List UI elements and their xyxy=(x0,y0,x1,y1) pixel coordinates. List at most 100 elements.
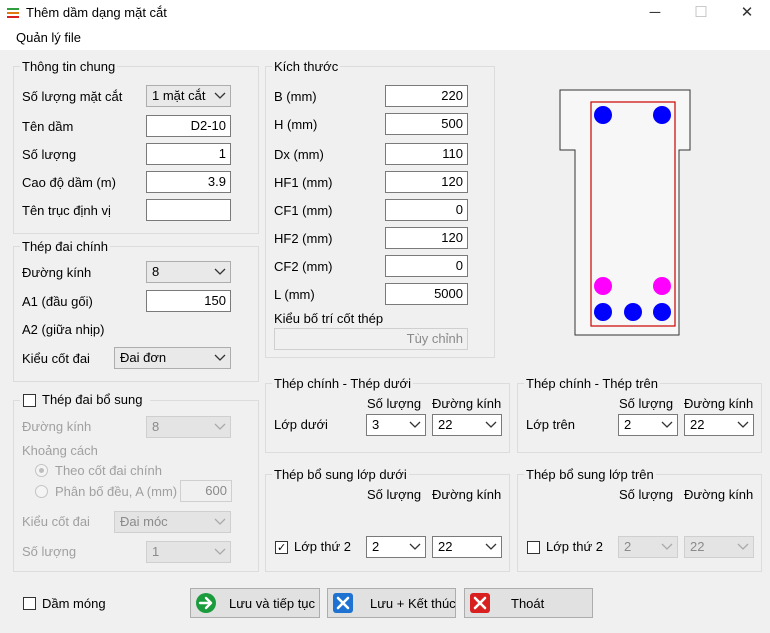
extra-bottom-count-value: 2 xyxy=(372,539,380,554)
extra-bottom-diameter-value: 22 xyxy=(438,539,453,554)
general-group-title: Thông tin chung xyxy=(20,59,118,74)
elevation-input[interactable]: 3.9 xyxy=(146,171,231,193)
main-bottom-title: Thép chính - Thép dưới xyxy=(272,376,413,391)
extra-top-count-value: 2 xyxy=(624,539,632,554)
extra-type-label: Kiểu cốt đai xyxy=(22,514,90,529)
main-top-count-select[interactable]: 2 xyxy=(618,414,678,436)
spacing-option-uniform-label: Phân bố đều, A (mm) xyxy=(55,484,178,499)
axis-input[interactable] xyxy=(146,199,231,221)
stirrup-diameter-select[interactable]: 8 xyxy=(146,261,231,283)
stirrup-type-label: Kiểu cốt đai xyxy=(22,351,90,366)
close-button[interactable]: ✕ xyxy=(724,0,770,26)
main-bottom-count-header: Số lượng xyxy=(367,396,422,411)
extra-top-diameter-select[interactable]: 22 xyxy=(684,536,754,558)
dim-hf1-label: HF1 (mm) xyxy=(274,175,333,190)
uniform-spacing-input[interactable]: 600 xyxy=(180,480,232,502)
save-finish-button[interactable]: Lưu + Kết thúc xyxy=(327,588,456,618)
window-title: Thêm dầm dạng mặt cắt xyxy=(26,5,167,20)
extra-top-count-header: Số lượng xyxy=(619,487,674,502)
main-top-count-header: Số lượng xyxy=(619,396,674,411)
bottom-rebar xyxy=(594,303,612,321)
save-continue-button[interactable]: Lưu và tiếp tục xyxy=(190,588,320,618)
dim-l-input[interactable]: 5000 xyxy=(385,283,468,305)
dim-b-input[interactable]: 220 xyxy=(385,85,468,107)
spacing-option-uniform[interactable] xyxy=(35,485,48,498)
extra-diameter-label: Đường kính xyxy=(22,419,92,434)
chevron-down-icon xyxy=(214,354,226,361)
beam-name-label: Tên dầm xyxy=(22,119,74,134)
close-x-icon xyxy=(470,593,490,613)
maximize-button[interactable]: ☐ xyxy=(678,0,724,26)
extra-bottom-count-select[interactable]: 2 xyxy=(366,536,426,558)
extra-bottom-diameter-header: Đường kính xyxy=(432,487,502,502)
chevron-down-icon xyxy=(409,543,421,550)
chevron-down-icon xyxy=(409,421,421,428)
main-bottom-row-label: Lớp dưới xyxy=(274,417,328,432)
foundation-beam-label: Dầm móng xyxy=(42,596,106,611)
main-top-row-label: Lớp trên xyxy=(526,417,575,432)
extra-top-checkbox[interactable] xyxy=(527,541,540,554)
main-bottom-count-value: 3 xyxy=(372,417,380,432)
main-top-diameter-select[interactable]: 22 xyxy=(684,414,754,436)
main-bottom-count-select[interactable]: 3 xyxy=(366,414,426,436)
extra-bottom-row-label: Lớp thứ 2 xyxy=(294,539,351,554)
extra-diameter-select[interactable]: 8 xyxy=(146,416,231,438)
quantity-input[interactable]: 1 xyxy=(146,143,231,165)
main-top-count-value: 2 xyxy=(624,417,632,432)
dim-b-label: B (mm) xyxy=(274,89,317,104)
extra-bottom-rebar xyxy=(653,277,671,295)
chevron-down-icon xyxy=(214,518,226,525)
dim-cf1-label: CF1 (mm) xyxy=(274,203,333,218)
dim-cf1-input[interactable]: 0 xyxy=(385,199,468,221)
dim-hf2-input[interactable]: 120 xyxy=(385,227,468,249)
dimensions-title: Kích thước xyxy=(272,59,341,74)
dim-hf1-input[interactable]: 120 xyxy=(385,171,468,193)
chevron-down-icon xyxy=(737,421,749,428)
stirrup-type-value: Đai đơn xyxy=(120,350,167,365)
dim-h-label: H (mm) xyxy=(274,117,318,132)
cross-section-preview xyxy=(559,89,691,336)
extra-bottom-diameter-select[interactable]: 22 xyxy=(432,536,502,558)
extra-bottom-count-header: Số lượng xyxy=(367,487,422,502)
extra-top-diameter-header: Đường kính xyxy=(684,487,754,502)
stirrup-type-select[interactable]: Đai đơn xyxy=(114,347,231,369)
menu-file[interactable]: Quản lý file xyxy=(16,30,81,45)
chevron-down-icon xyxy=(214,92,226,99)
dim-dx-label: Dx (mm) xyxy=(274,147,324,162)
main-bottom-diameter-select[interactable]: 22 xyxy=(432,414,502,436)
extra-top-count-select[interactable]: 2 xyxy=(618,536,678,558)
extra-count-select[interactable]: 1 xyxy=(146,541,231,563)
extra-top-diameter-value: 22 xyxy=(690,539,705,554)
a1-input[interactable]: 150 xyxy=(146,290,231,312)
main-top-diameter-header: Đường kính xyxy=(684,396,754,411)
chevron-down-icon xyxy=(485,421,497,428)
extra-bottom-checkbox[interactable]: ✓ xyxy=(275,541,288,554)
minimize-button[interactable]: ─ xyxy=(632,0,678,26)
bottom-rebar xyxy=(624,303,642,321)
extra-type-select[interactable]: Đai móc xyxy=(114,511,231,533)
title-bar: Thêm dầm dạng mặt cắt ─ ☐ ✕ xyxy=(0,0,770,26)
extra-bottom-title: Thép bổ sung lớp dưới xyxy=(272,467,409,482)
extra-stirrup-title: Thép đai bổ sung xyxy=(42,392,143,407)
extra-stirrup-checkbox[interactable] xyxy=(23,394,36,407)
foundation-beam-checkbox[interactable] xyxy=(23,597,36,610)
section-count-select[interactable]: 1 mặt cắt xyxy=(146,85,231,107)
rebar-layout-field[interactable]: Tùy chỉnh xyxy=(274,328,468,350)
dim-cf2-label: CF2 (mm) xyxy=(274,259,333,274)
stirrup-diameter-label: Đường kính xyxy=(22,265,92,280)
spacing-option-main[interactable] xyxy=(35,464,48,477)
exit-label: Thoát xyxy=(511,596,545,611)
exit-button[interactable]: Thoát xyxy=(464,588,593,618)
chevron-down-icon xyxy=(661,543,673,550)
close-x-icon xyxy=(333,593,353,613)
beam-name-input[interactable]: D2-10 xyxy=(146,115,231,137)
main-top-title: Thép chính - Thép trên xyxy=(524,376,661,391)
chevron-down-icon xyxy=(485,543,497,550)
dim-cf2-input[interactable]: 0 xyxy=(385,255,468,277)
save-finish-label: Lưu + Kết thúc xyxy=(370,596,456,611)
dim-dx-input[interactable]: 110 xyxy=(385,143,468,165)
extra-count-value: 1 xyxy=(152,544,160,559)
section-count-value: 1 mặt cắt xyxy=(152,88,206,103)
dim-h-input[interactable]: 500 xyxy=(385,113,468,135)
checkmark-icon: ✓ xyxy=(277,542,287,554)
